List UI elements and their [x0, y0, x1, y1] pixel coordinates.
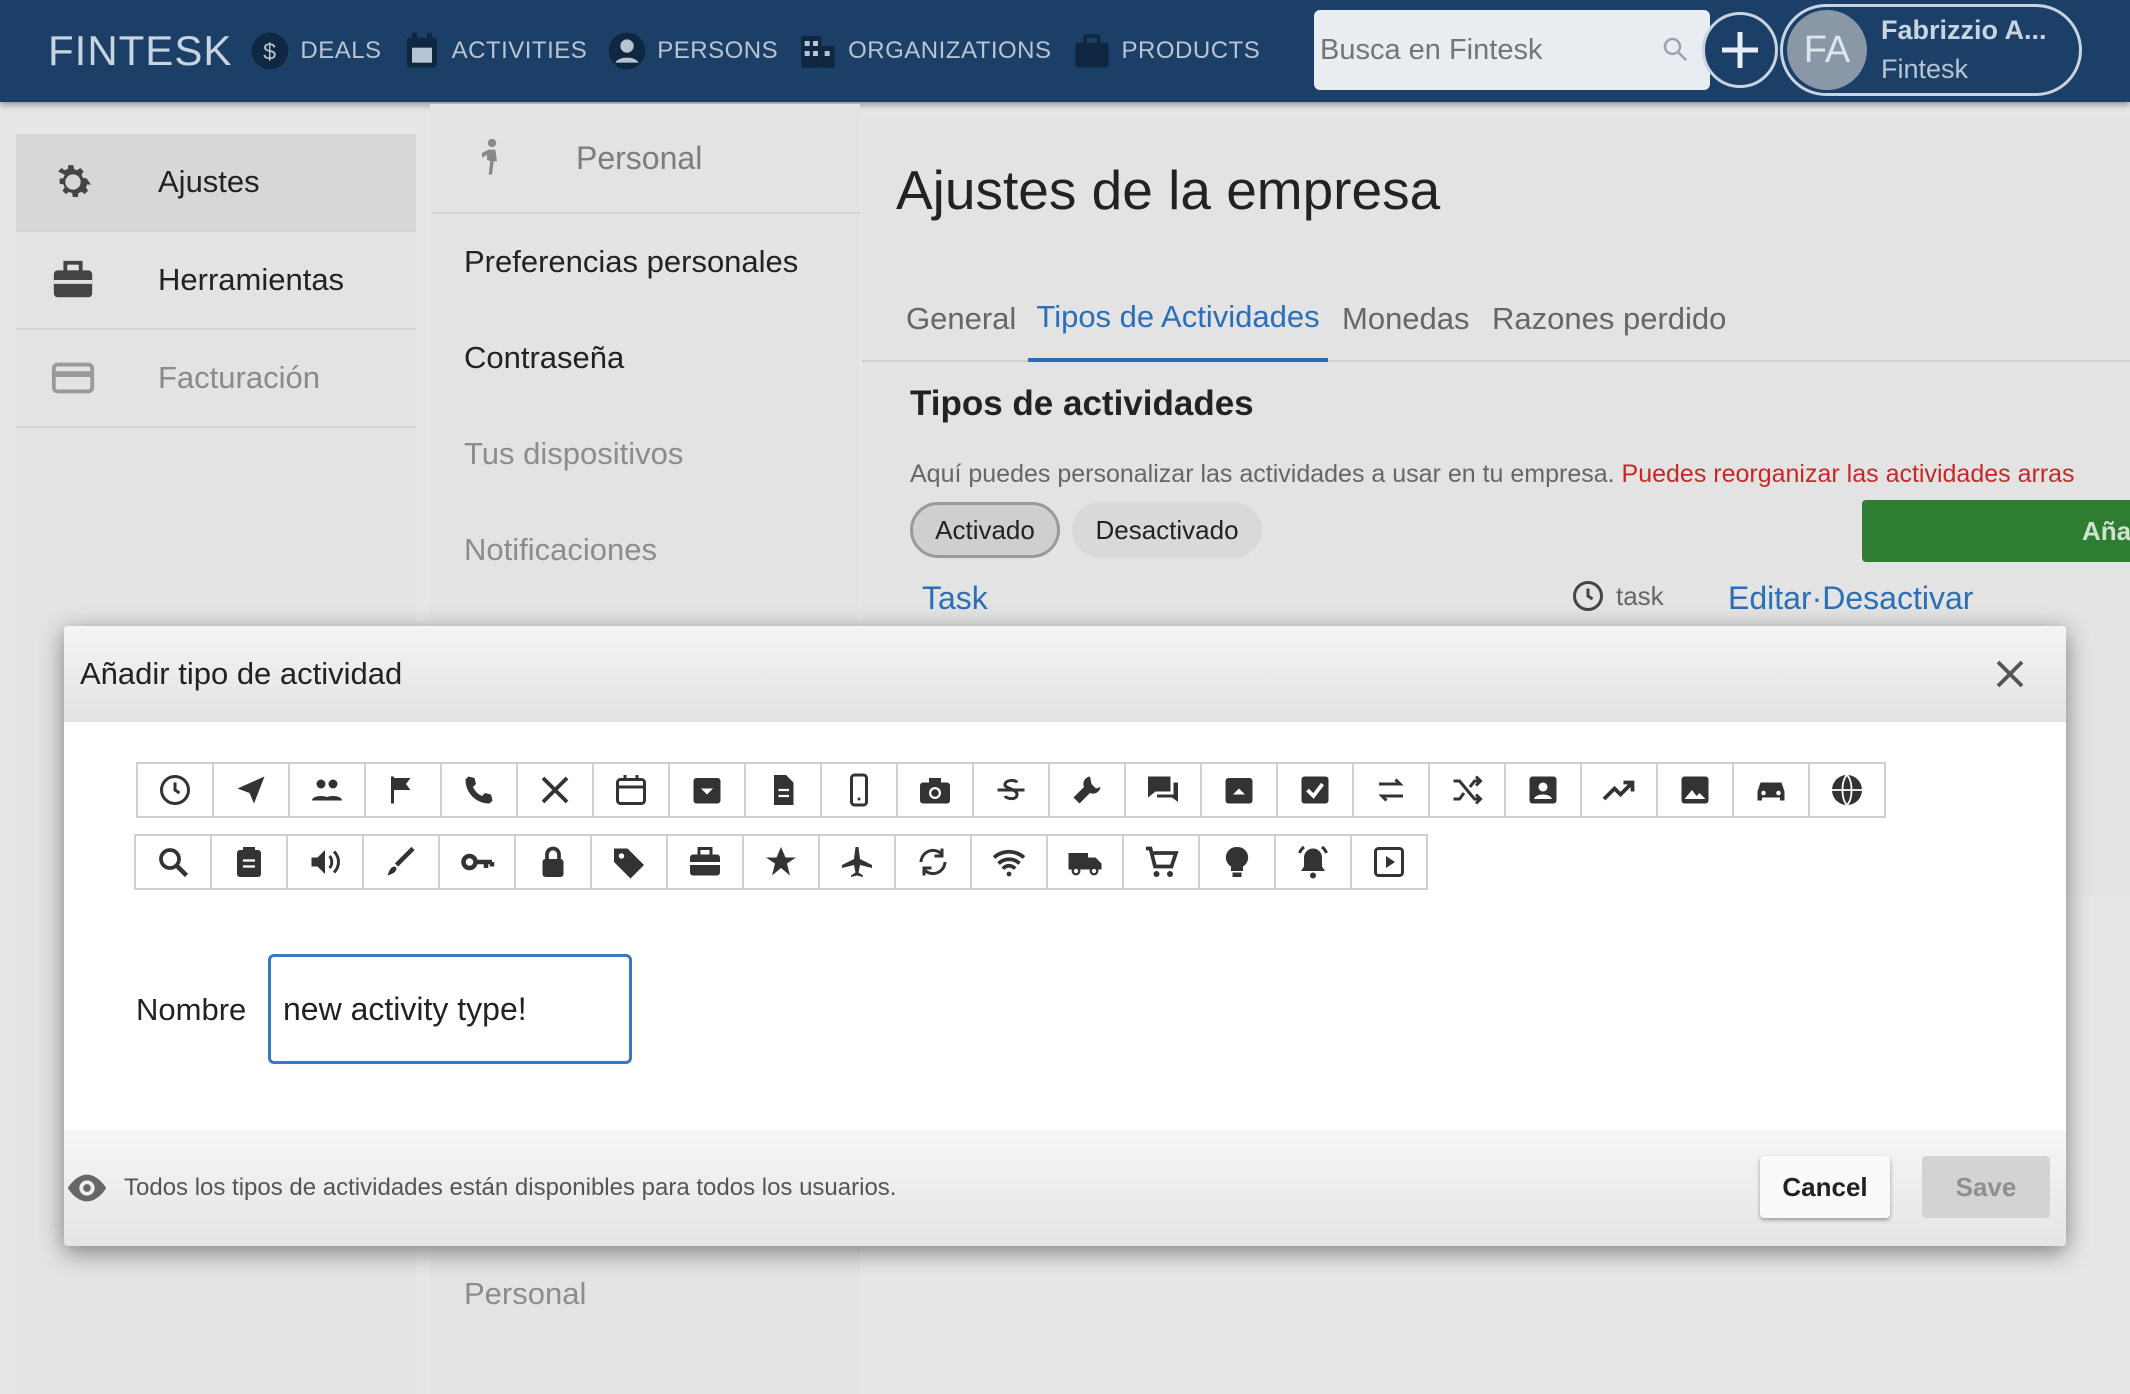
modal-title: Añadir tipo de actividad	[80, 656, 403, 691]
people-icon	[312, 779, 342, 801]
icon-option-lock[interactable]	[514, 834, 592, 890]
swap-icon	[1378, 778, 1404, 802]
lightbulb-icon	[1225, 846, 1249, 877]
strikethrough-icon	[997, 778, 1025, 801]
cart-icon	[1146, 846, 1179, 877]
save-button[interactable]: Save	[1922, 1156, 2050, 1218]
icon-option-refresh[interactable]	[894, 834, 972, 890]
icon-option-send[interactable]	[212, 762, 290, 818]
icon-option-mobile[interactable]	[820, 762, 898, 818]
tag-icon	[614, 848, 644, 879]
archive-up-icon	[1225, 778, 1253, 804]
icon-option-tag[interactable]	[590, 834, 668, 890]
chat-icon	[1148, 776, 1178, 802]
icon-option-utensils[interactable]	[516, 762, 594, 818]
close-icon[interactable]	[1992, 656, 2028, 692]
phone-icon	[465, 776, 493, 804]
alarm-icon	[1298, 845, 1328, 879]
send-icon	[237, 776, 265, 804]
camera-icon	[920, 778, 950, 804]
icon-option-archive-up[interactable]	[1200, 762, 1278, 818]
mobile-icon	[850, 773, 868, 807]
icon-option-checkbox[interactable]	[1276, 762, 1354, 818]
icon-option-document[interactable]	[744, 762, 822, 818]
clipboard-icon	[237, 847, 261, 877]
icon-option-flag[interactable]	[364, 762, 442, 818]
icon-option-alarm[interactable]	[1274, 834, 1352, 890]
icon-option-image[interactable]	[1656, 762, 1734, 818]
icon-option-trending-up[interactable]	[1580, 762, 1658, 818]
icon-option-car[interactable]	[1732, 762, 1810, 818]
icon-option-truck[interactable]	[1046, 834, 1124, 890]
flag-icon	[391, 776, 411, 804]
icon-option-people[interactable]	[288, 762, 366, 818]
star-icon	[766, 847, 796, 876]
eye-icon	[67, 1174, 107, 1202]
checkbox-icon	[1301, 776, 1329, 804]
modal-header: Añadir tipo de actividad	[64, 626, 2066, 722]
lock-icon	[542, 846, 564, 877]
icon-option-key[interactable]	[438, 834, 516, 890]
visibility-note: Todos los tipos de actividades están dis…	[124, 1174, 897, 1201]
name-label: Nombre	[136, 992, 247, 1027]
icon-option-volume[interactable]	[286, 834, 364, 890]
brush-icon	[387, 846, 415, 876]
refresh-icon	[919, 848, 947, 876]
icon-option-search[interactable]	[134, 834, 212, 890]
icon-option-shuffle[interactable]	[1428, 762, 1506, 818]
document-icon	[774, 775, 794, 805]
icon-option-swap[interactable]	[1352, 762, 1430, 818]
key-icon	[461, 853, 495, 871]
contact-card-icon	[1529, 776, 1557, 804]
icon-option-wifi[interactable]	[970, 834, 1048, 890]
icon-option-clock[interactable]	[136, 762, 214, 818]
icon-option-cart[interactable]	[1122, 834, 1200, 890]
trending-up-icon	[1602, 780, 1635, 801]
shuffle-icon	[1453, 775, 1483, 805]
icon-option-archive-down[interactable]	[668, 762, 746, 818]
globe-icon	[1832, 774, 1862, 806]
icon-picker-row-2	[134, 834, 1428, 890]
icon-option-wrench[interactable]	[1048, 762, 1126, 818]
icon-option-briefcase[interactable]	[666, 834, 744, 890]
icon-option-strikethrough[interactable]	[972, 762, 1050, 818]
icon-option-calendar[interactable]	[592, 762, 670, 818]
add-activity-type-modal: Añadir tipo de actividad Nombre Todos lo…	[64, 626, 2066, 1246]
icon-option-brush[interactable]	[362, 834, 440, 890]
wifi-icon	[992, 849, 1026, 877]
clock-icon	[160, 775, 190, 805]
calendar-icon	[616, 775, 646, 805]
icon-option-phone[interactable]	[440, 762, 518, 818]
cancel-button[interactable]: Cancel	[1760, 1156, 1890, 1218]
icon-option-play-square[interactable]	[1350, 834, 1428, 890]
briefcase-icon	[690, 847, 720, 876]
icon-option-contact-card[interactable]	[1504, 762, 1582, 818]
truck-icon	[1068, 853, 1102, 876]
activity-name-input[interactable]	[268, 954, 632, 1064]
icon-option-globe[interactable]	[1808, 762, 1886, 818]
icon-option-star[interactable]	[742, 834, 820, 890]
car-icon	[1757, 782, 1785, 801]
play-square-icon	[1374, 847, 1404, 877]
icon-option-airplane[interactable]	[818, 834, 896, 890]
icon-option-camera[interactable]	[896, 762, 974, 818]
icon-option-lightbulb[interactable]	[1198, 834, 1276, 890]
image-icon	[1681, 776, 1709, 804]
airplane-icon	[842, 847, 872, 877]
icon-option-chat[interactable]	[1124, 762, 1202, 818]
archive-down-icon	[693, 778, 721, 804]
modal-footer: Todos los tipos de actividades están dis…	[64, 1130, 2066, 1246]
icon-option-clipboard[interactable]	[210, 834, 288, 890]
icon-picker-row-1	[136, 762, 1886, 818]
wrench-icon	[1073, 776, 1101, 804]
utensils-icon	[541, 776, 569, 804]
search-icon	[159, 848, 189, 878]
volume-icon	[311, 850, 340, 874]
